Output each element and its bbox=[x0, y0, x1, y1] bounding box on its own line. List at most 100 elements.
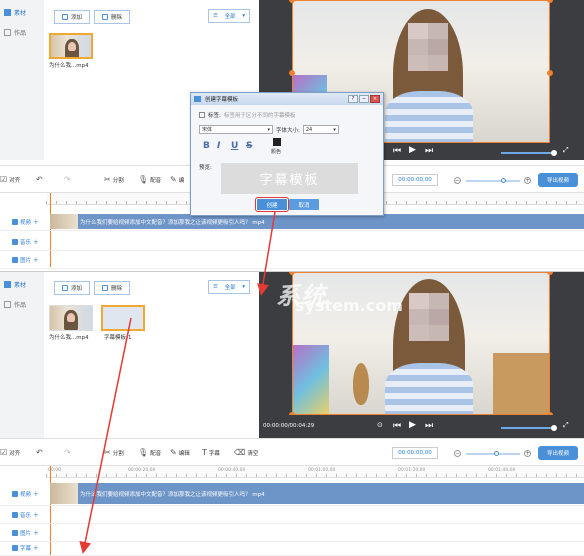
music-track-icon bbox=[12, 238, 18, 245]
sidebar-item-media[interactable]: 素材 bbox=[0, 276, 44, 292]
playback-time: 00:00:00/00:04:29 bbox=[263, 423, 315, 429]
label-input[interactable]: 标签用于区分不同的字幕模板 bbox=[224, 111, 296, 119]
label-row: 标签: 标签用于区分不同的字幕模板 bbox=[199, 111, 295, 119]
volume-slider[interactable] bbox=[501, 152, 553, 154]
label-checkbox[interactable] bbox=[199, 112, 205, 118]
redo-icon: ↷ bbox=[64, 175, 71, 184]
ruler-tick-label: 00:01:40,00 bbox=[488, 468, 516, 473]
play-icon[interactable]: ▶ bbox=[409, 145, 416, 155]
zoom-slider[interactable] bbox=[466, 453, 520, 455]
list-icon: ☰ bbox=[213, 13, 218, 19]
next-icon[interactable]: ⏭ bbox=[425, 146, 433, 156]
time-input[interactable]: 00:00:00,00 bbox=[392, 174, 438, 186]
time-input[interactable]: 00:00:00,00 bbox=[392, 447, 438, 459]
add-track-icon[interactable]: + bbox=[33, 511, 39, 519]
volume-slider[interactable] bbox=[501, 427, 553, 429]
edit-button[interactable]: ✎ 编辑 bbox=[170, 448, 190, 457]
add-track-icon[interactable]: + bbox=[33, 256, 39, 264]
volume-knob[interactable] bbox=[551, 425, 557, 431]
align-toggle[interactable]: ☑ 对齐 bbox=[0, 175, 20, 184]
font-size-select[interactable]: 24 ▾ bbox=[302, 125, 339, 134]
help-icon[interactable]: ? bbox=[348, 95, 358, 103]
volume-knob[interactable] bbox=[551, 150, 557, 156]
create-subtitle-template-dialog: 创建字幕模板 ? − × 标签: 标签用于区分不同的字幕模板 宋体 ▾ 字体大小:… bbox=[190, 92, 384, 216]
sidebar-item-label: 素材 bbox=[14, 9, 27, 17]
play-icon[interactable]: ▶ bbox=[409, 420, 416, 430]
dub-button[interactable]: 🎙 配音 bbox=[138, 175, 161, 184]
minimize-icon[interactable]: − bbox=[359, 95, 369, 103]
undo-button[interactable]: ↶ bbox=[36, 448, 43, 457]
checkbox-icon: ☑ bbox=[0, 448, 8, 457]
subtitle-button[interactable]: T 字幕 bbox=[202, 448, 220, 457]
filter-select[interactable]: ☰ 全部 ▾ bbox=[208, 9, 250, 23]
ruler-tick-label: 00:00:40,00 bbox=[218, 468, 246, 473]
redo-button[interactable]: ↷ bbox=[64, 175, 71, 184]
add-track-icon[interactable]: + bbox=[33, 544, 39, 552]
redo-icon: ↷ bbox=[64, 448, 71, 457]
bold-button[interactable]: B bbox=[203, 141, 210, 151]
ruler-tick-label: 00:01:20,00 bbox=[398, 468, 426, 473]
export-video-button[interactable]: 导出视频 bbox=[538, 173, 578, 187]
chevron-down-icon: ▾ bbox=[242, 284, 245, 290]
prev-icon[interactable]: ⏮ bbox=[393, 146, 401, 156]
split-button[interactable]: ✂ 分割 bbox=[104, 175, 124, 184]
font-select[interactable]: 宋体 ▾ bbox=[199, 125, 273, 134]
zoom-out-button[interactable]: − bbox=[454, 450, 461, 457]
sidebar-item-works[interactable]: 作品 bbox=[0, 24, 44, 40]
zoom-in-button[interactable]: + bbox=[524, 177, 531, 184]
underline-button[interactable]: U bbox=[231, 141, 238, 151]
sidebar-item-media[interactable]: 素材 bbox=[0, 4, 44, 20]
color-label: 颜色 bbox=[271, 149, 282, 155]
clear-button[interactable]: ⌫ 清空 bbox=[234, 448, 258, 457]
zoom-in-button[interactable]: + bbox=[524, 450, 531, 457]
track-label-music: 音乐 + bbox=[0, 233, 46, 251]
preview-box: 字幕模板 bbox=[221, 163, 358, 194]
align-toggle[interactable]: ☑ 对齐 bbox=[0, 448, 20, 457]
dub-button[interactable]: 🎙 配音 bbox=[138, 448, 161, 457]
sidebar-item-label: 作品 bbox=[14, 29, 27, 37]
strikethrough-button[interactable]: S bbox=[246, 141, 252, 151]
sidebar-item-works[interactable]: 作品 bbox=[0, 296, 44, 312]
add-track-icon[interactable]: + bbox=[33, 238, 39, 246]
filter-select[interactable]: ☰ 全部 ▾ bbox=[208, 280, 250, 294]
media-thumbnail[interactable] bbox=[49, 33, 93, 59]
sidebar-item-label: 作品 bbox=[14, 301, 27, 309]
add-button[interactable]: 添加 bbox=[54, 10, 90, 24]
delete-button[interactable]: 删除 bbox=[94, 10, 130, 24]
subtitle-template-thumbnail[interactable] bbox=[101, 305, 145, 331]
add-track-icon[interactable]: + bbox=[33, 529, 39, 537]
add-track-icon[interactable]: + bbox=[33, 218, 39, 226]
media-caption: 为什么我...mp4 bbox=[49, 63, 89, 69]
color-swatch-icon[interactable] bbox=[273, 138, 281, 146]
video-clip[interactable]: 为什么我们要给视频添加中文配音？添加那我之让该视频更吸引人吗？ mp4 bbox=[50, 214, 584, 229]
undo-button[interactable]: ↶ bbox=[36, 175, 43, 184]
fullscreen-icon[interactable]: ⤢ bbox=[563, 146, 569, 155]
delete-button[interactable]: 删除 bbox=[94, 281, 130, 295]
prev-icon[interactable]: ⏮ bbox=[393, 421, 401, 431]
media-thumbnail[interactable] bbox=[49, 305, 93, 331]
checkbox-icon: ☑ bbox=[0, 175, 8, 184]
redo-button[interactable]: ↷ bbox=[64, 448, 71, 457]
create-button[interactable]: 创建 bbox=[255, 197, 289, 212]
edit-button[interactable]: ✎ 编 bbox=[170, 175, 184, 184]
add-track-icon[interactable]: + bbox=[33, 490, 39, 498]
video-clip[interactable]: 为什么我们要给视频添加中文配音？添加那我之让该视频更吸引人吗？ mp4 bbox=[50, 483, 584, 504]
zoom-knob[interactable] bbox=[501, 178, 506, 183]
split-button[interactable]: ✂ 分割 bbox=[104, 448, 124, 457]
stop-icon[interactable]: ⊙ bbox=[377, 421, 383, 429]
next-icon[interactable]: ⏭ bbox=[425, 421, 433, 431]
subtitle-track-icon bbox=[12, 544, 18, 551]
export-video-button[interactable]: 导出视频 bbox=[538, 446, 578, 460]
top-screenshot-panel: 素材 作品 添加 删除 ☰ 全部 ▾ 为什么我...mp4 ⏮ ▶ ⏭ ⤢ ☑ … bbox=[0, 0, 584, 271]
cancel-button[interactable]: 取消 bbox=[289, 199, 319, 210]
close-icon[interactable]: × bbox=[370, 95, 380, 103]
preview-frame[interactable] bbox=[292, 272, 550, 415]
eraser-icon: ⌫ bbox=[234, 448, 246, 457]
zoom-knob[interactable] bbox=[494, 451, 499, 456]
zoom-out-button[interactable]: − bbox=[454, 177, 461, 184]
music-track-icon bbox=[12, 511, 18, 518]
add-button[interactable]: 添加 bbox=[54, 281, 90, 295]
zoom-slider[interactable] bbox=[466, 180, 520, 182]
fullscreen-icon[interactable]: ⤢ bbox=[563, 421, 569, 430]
italic-button[interactable]: I bbox=[217, 141, 220, 151]
